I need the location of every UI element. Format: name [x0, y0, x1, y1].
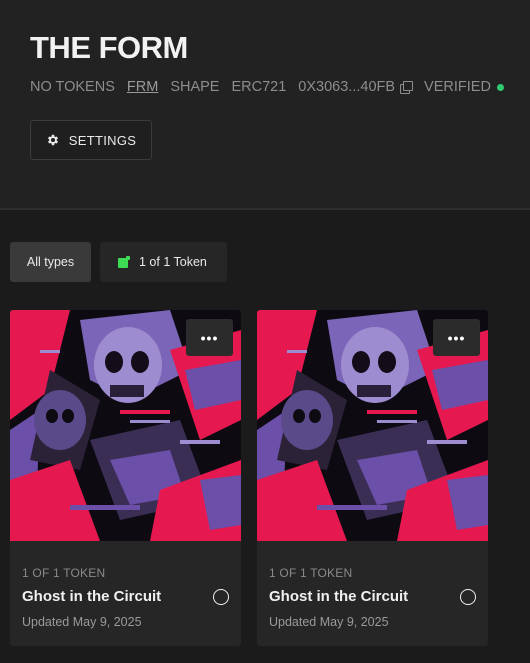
address-text: 0X3063...40FB [298, 79, 396, 95]
more-icon: ••• [447, 329, 466, 346]
token-card[interactable]: ••• 1 OF 1 TOKEN Ghost in the Circuit Up… [10, 310, 241, 646]
more-icon: ••• [200, 329, 219, 346]
type-filters: All types 1 of 1 Token [10, 242, 227, 282]
card-updated-date: Updated May 9, 2025 [269, 615, 389, 629]
verified-label: VERIFIED [424, 79, 491, 95]
card-token-type: 1 OF 1 TOKEN [269, 566, 353, 580]
card-menu-button[interactable]: ••• [433, 319, 480, 356]
contract-address[interactable]: 0X3063...40FB [298, 79, 414, 95]
card-updated-date: Updated May 9, 2025 [22, 615, 142, 629]
token-standard: ERC721 [231, 79, 287, 95]
collection-title: THE FORM [30, 30, 188, 65]
collection-meta: NO TOKENS FRM SHAPE ERC721 0X3063...40FB… [30, 77, 504, 97]
contract-name: SHAPE [170, 79, 220, 95]
collection-header: THE FORM NO TOKENS FRM SHAPE ERC721 0X30… [0, 0, 530, 210]
copy-icon[interactable] [400, 81, 414, 94]
card-menu-button[interactable]: ••• [186, 319, 233, 356]
symbol-link[interactable]: FRM [127, 79, 158, 95]
filter-token-label: 1 of 1 Token [139, 255, 207, 269]
settings-button[interactable]: SETTINGS [30, 120, 152, 160]
card-select-radio[interactable] [460, 589, 476, 605]
token-icon [118, 256, 130, 268]
card-token-name[interactable]: Ghost in the Circuit [22, 588, 161, 605]
verified-status: VERIFIED [424, 79, 504, 95]
status-dot-icon [496, 83, 504, 91]
card-token-type: 1 OF 1 TOKEN [22, 566, 106, 580]
token-count: NO TOKENS [30, 79, 115, 95]
filter-one-of-one-token[interactable]: 1 of 1 Token [100, 242, 227, 282]
filter-all-types[interactable]: All types [10, 242, 91, 282]
gear-icon [47, 134, 58, 146]
header-divider [0, 208, 530, 210]
token-card[interactable]: ••• 1 OF 1 TOKEN Ghost in the Circuit Up… [257, 310, 488, 646]
filter-all-label: All types [26, 255, 75, 269]
settings-label: SETTINGS [68, 132, 137, 148]
card-select-radio[interactable] [213, 589, 229, 605]
card-token-name[interactable]: Ghost in the Circuit [269, 588, 408, 605]
